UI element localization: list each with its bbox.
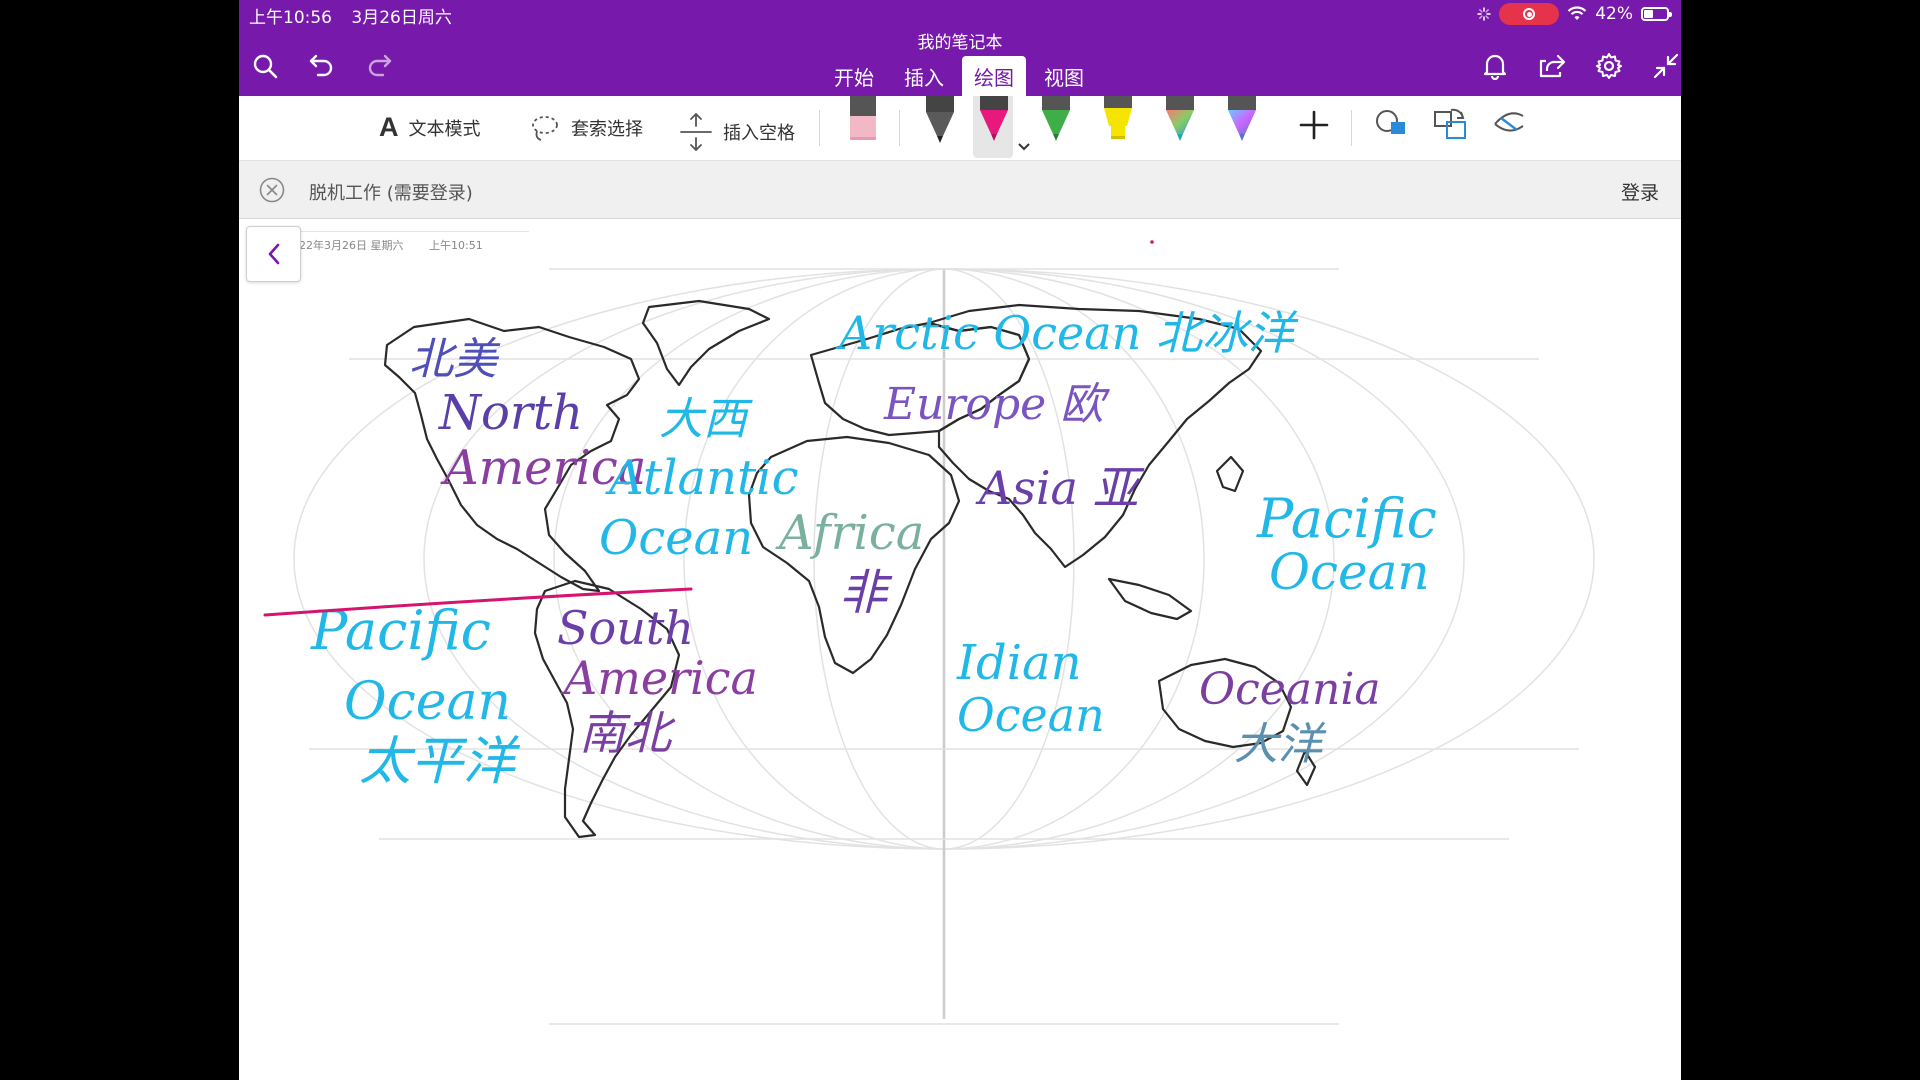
- loading-spinner-icon: [1477, 7, 1491, 21]
- eraser-tool[interactable]: [843, 96, 883, 158]
- chevron-left-icon: [268, 243, 279, 265]
- status-bar-left: 上午10:56 3月26日周六: [249, 3, 466, 28]
- ink-label-pacific-right-1: Pacific: [1256, 487, 1437, 550]
- offline-message: 脱机工作 (需要登录): [309, 183, 473, 204]
- world-map-drawing[interactable]: Arctic Ocean 北冰洋 北美 North America 大西 Atl…: [239, 219, 1681, 1080]
- add-pen-icon[interactable]: [1293, 96, 1333, 158]
- chevron-down-icon[interactable]: [1017, 142, 1031, 152]
- draw-toolbar: A 文本模式 套索选择 插入空格: [239, 96, 1681, 161]
- onenote-app: 上午10:56 3月26日周六 42% 我的笔记本 开始 插入 绘图 视图 A …: [239, 0, 1681, 1080]
- ink-label-pacific-left-1: Pacific: [310, 599, 491, 662]
- pen-galaxy-teal-tool[interactable]: [1159, 96, 1199, 158]
- ink-labels: Arctic Ocean 北冰洋 北美 North America 大西 Atl…: [310, 306, 1437, 792]
- insert-space-label: 插入空格: [723, 123, 795, 144]
- ink-dot: [1150, 240, 1154, 244]
- toolbar-divider: [899, 110, 900, 146]
- highlighter-yellow-tool[interactable]: [1097, 96, 1137, 158]
- record-icon: [1523, 8, 1536, 20]
- lasso-icon: [532, 116, 558, 141]
- ink-label-south-america-2: America: [560, 651, 758, 705]
- ink-replay-icon[interactable]: [1485, 96, 1525, 158]
- bell-icon[interactable]: [1479, 50, 1511, 82]
- sign-in-link[interactable]: 登录: [1621, 178, 1659, 205]
- notebook-title[interactable]: 我的笔记本: [239, 28, 1681, 53]
- insert-space-icon: [680, 113, 712, 151]
- japan-outline: [1215, 455, 1245, 493]
- search-icon[interactable]: [249, 50, 281, 82]
- ink-label-africa: Africa: [775, 505, 924, 561]
- text-mode-icon: A: [379, 112, 399, 142]
- southeast-asia-islands-outline: [1107, 577, 1193, 621]
- title-bar: 上午10:56 3月26日周六 42% 我的笔记本 开始 插入 绘图 视图: [239, 0, 1681, 104]
- battery-icon: [1641, 7, 1672, 21]
- close-icon[interactable]: [259, 177, 285, 207]
- ink-label-south-america-cn: 南北: [579, 706, 676, 760]
- gear-icon[interactable]: [1593, 50, 1625, 82]
- ink-label-europe: Europe 欧: [883, 379, 1110, 430]
- status-bar-right: 42%: [1477, 3, 1672, 25]
- ink-label-indian-1: Idian: [956, 635, 1082, 691]
- ink-label-atlantic-2: Ocean: [599, 510, 753, 566]
- toolbar-divider: [1351, 110, 1352, 146]
- collapse-icon[interactable]: [1650, 50, 1681, 82]
- ink-label-indian-2: Ocean: [957, 688, 1105, 742]
- status-time: 上午10:56: [249, 8, 332, 28]
- redo-icon[interactable]: [363, 50, 395, 82]
- wifi-icon: [1567, 6, 1587, 20]
- share-icon[interactable]: [1536, 50, 1568, 82]
- text-mode-button[interactable]: A 文本模式: [379, 112, 481, 143]
- pen-galaxy-purple-tool[interactable]: [1221, 96, 1261, 158]
- ink-label-asia: Asia 亚: [975, 461, 1145, 515]
- ink-label-north-america-cn: 北美: [409, 334, 501, 385]
- ink-label-pacific-right-2: Ocean: [1269, 543, 1430, 601]
- greenland-outline: [641, 299, 771, 387]
- ink-label-pacific-left-3: 太平洋: [359, 732, 521, 792]
- battery-percent: 42%: [1595, 4, 1633, 24]
- back-button[interactable]: [246, 226, 301, 282]
- ink-label-oceania-cn: 大洋: [1234, 719, 1327, 770]
- text-mode-label: 文本模式: [408, 118, 481, 140]
- offline-banner: 脱机工作 (需要登录) 登录: [239, 161, 1681, 219]
- pen-pink-tool[interactable]: [973, 96, 1030, 158]
- rotate-shape-icon[interactable]: [1427, 96, 1467, 158]
- pen-black-tool[interactable]: [919, 96, 959, 158]
- note-page[interactable]: 22年3月26日 星期六 上午10:51 Arctic Ocean 北冰洋 北美…: [239, 219, 1681, 1080]
- ink-label-oceania: Oceania: [1199, 664, 1381, 715]
- ink-label-south-america-1: South: [557, 601, 694, 655]
- status-date: 3月26日周六: [351, 8, 452, 28]
- ink-label-north-america-1: North: [438, 385, 583, 441]
- ink-to-shape-icon[interactable]: [1369, 96, 1409, 158]
- insert-space-button[interactable]: 插入空格: [679, 112, 795, 152]
- ink-label-atlantic-1: Atlantic: [605, 450, 799, 506]
- ink-label-pacific-left-2: Ocean: [344, 672, 511, 732]
- ink-label-atlantic-cn: 大西: [659, 394, 753, 445]
- ink-label-arctic: Arctic Ocean 北冰洋: [835, 306, 1299, 360]
- screen-recording-indicator[interactable]: [1499, 3, 1560, 25]
- lasso-select-button[interactable]: 套索选择: [529, 112, 643, 144]
- pen-green-tool[interactable]: [1035, 96, 1075, 158]
- lasso-label: 套索选择: [571, 119, 643, 140]
- undo-icon[interactable]: [306, 50, 338, 82]
- ink-label-africa-cn: 非: [839, 565, 893, 621]
- toolbar-divider: [819, 110, 820, 146]
